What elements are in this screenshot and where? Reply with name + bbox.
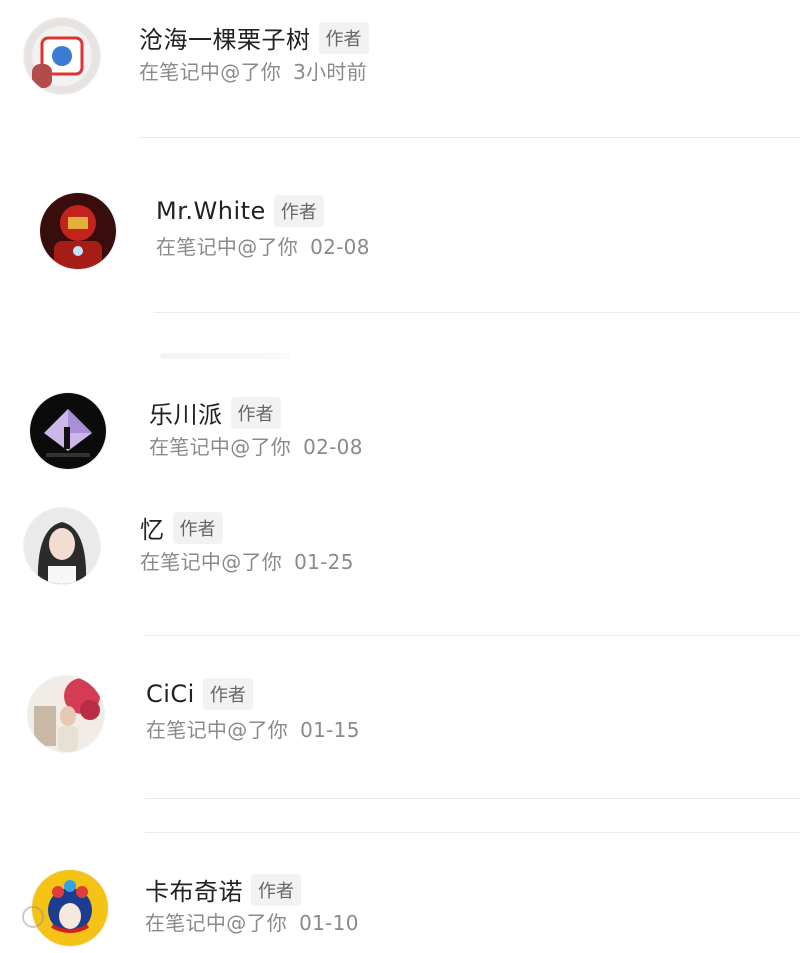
watermark-mark-icon bbox=[22, 906, 44, 928]
notification-meta: 在笔记中@了你 01-15 bbox=[146, 714, 360, 743]
user-name[interactable]: CiCi bbox=[146, 680, 195, 708]
author-badge: 作者 bbox=[251, 873, 301, 906]
timestamp: 3小时前 bbox=[293, 60, 368, 84]
action-text: 在笔记中@了你 bbox=[140, 550, 283, 574]
author-badge: 作者 bbox=[172, 511, 223, 544]
notification-item[interactable]: Mr.White 作者 在笔记中@了你 02-08 bbox=[0, 175, 800, 275]
watermark bbox=[22, 906, 50, 928]
notification-item[interactable]: 卡布奇诺 作者 在笔记中@了你 01-10 bbox=[0, 852, 800, 952]
notification-meta: 在笔记中@了你 01-10 bbox=[145, 907, 359, 936]
timestamp: 02-08 bbox=[303, 435, 363, 459]
notification-item[interactable]: 忆 作者 在笔记中@了你 01-25 bbox=[0, 490, 800, 590]
user-name[interactable]: Mr.White bbox=[156, 197, 266, 225]
user-name[interactable]: 卡布奇诺 bbox=[145, 872, 243, 907]
notification-meta: 在笔记中@了你 3小时前 bbox=[139, 56, 367, 85]
avatar[interactable] bbox=[24, 18, 100, 94]
notification-item[interactable]: 沧海一棵栗子树 作者 在笔记中@了你 3小时前 bbox=[0, 0, 800, 100]
notification-meta: 在笔记中@了你 02-08 bbox=[156, 231, 370, 260]
notification-item[interactable]: CiCi 作者 在笔记中@了你 01-15 bbox=[0, 658, 800, 758]
avatar[interactable] bbox=[24, 508, 100, 584]
faded-row-remnant bbox=[160, 353, 290, 359]
notification-item[interactable]: 乐川派 作者 在笔记中@了你 02-08 bbox=[0, 375, 800, 475]
avatar[interactable] bbox=[30, 393, 106, 469]
author-badge: 作者 bbox=[273, 195, 324, 227]
author-badge: 作者 bbox=[230, 396, 281, 429]
action-text: 在笔记中@了你 bbox=[156, 235, 299, 259]
author-badge: 作者 bbox=[318, 21, 369, 54]
action-text: 在笔记中@了你 bbox=[146, 718, 289, 742]
avatar[interactable] bbox=[28, 676, 104, 752]
timestamp: 01-15 bbox=[300, 718, 360, 742]
action-text: 在笔记中@了你 bbox=[139, 60, 282, 84]
notification-meta: 在笔记中@了你 01-25 bbox=[140, 546, 354, 575]
timestamp: 01-25 bbox=[294, 550, 354, 574]
timestamp: 01-10 bbox=[299, 911, 359, 935]
notification-meta: 在笔记中@了你 02-08 bbox=[149, 431, 363, 460]
divider bbox=[139, 137, 800, 138]
action-text: 在笔记中@了你 bbox=[145, 911, 288, 935]
divider bbox=[145, 798, 800, 799]
author-badge: 作者 bbox=[202, 678, 253, 710]
user-name[interactable]: 乐川派 bbox=[149, 395, 223, 430]
user-name[interactable]: 沧海一棵栗子树 bbox=[139, 20, 311, 55]
action-text: 在笔记中@了你 bbox=[149, 435, 292, 459]
divider bbox=[145, 635, 800, 636]
avatar[interactable] bbox=[40, 193, 116, 269]
user-name[interactable]: 忆 bbox=[140, 510, 165, 545]
timestamp: 02-08 bbox=[310, 235, 370, 259]
divider bbox=[145, 832, 800, 833]
divider bbox=[155, 312, 800, 313]
